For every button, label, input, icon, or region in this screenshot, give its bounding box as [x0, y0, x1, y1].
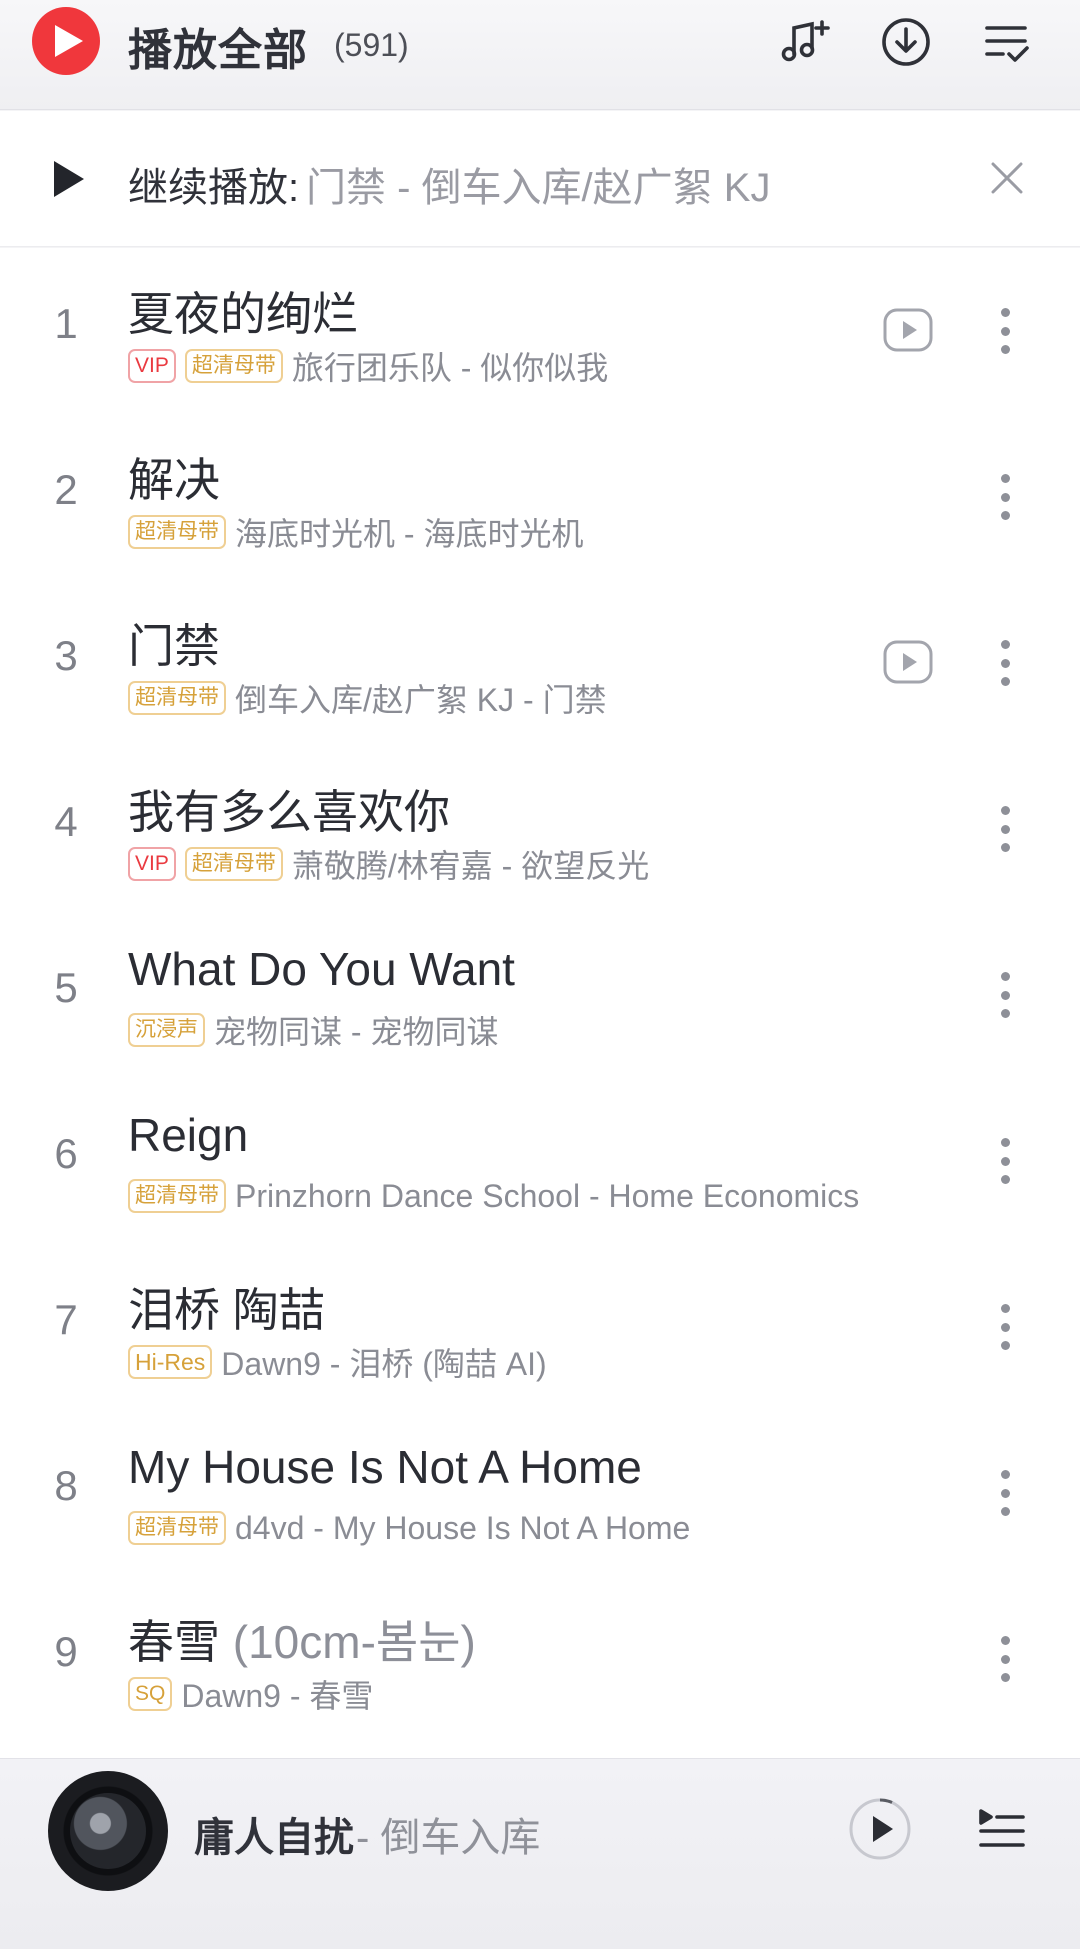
artist-album-text: 倒车入库/赵广絮 KJ - 门禁: [235, 682, 607, 718]
quality-badge: 超清母带: [184, 847, 283, 881]
quality-badge: 沉浸声: [128, 1013, 205, 1047]
quality-badge: 超清母带: [128, 515, 226, 549]
album-cover-image: [70, 1793, 146, 1869]
quality-badge: 超清母带: [128, 1511, 226, 1545]
now-playing-artist: - 倒车入库: [356, 1816, 541, 1860]
song-subtitle: SQ Dawn9 - 春雪: [128, 1676, 373, 1714]
quality-badge: VIP: [128, 847, 176, 881]
song-title-text: 春雪: [128, 1616, 220, 1668]
play-icon[interactable]: [848, 1797, 912, 1861]
song-subtitle: VIP 超清母带 旅行团乐队 - 似你似我: [128, 348, 608, 386]
song-row[interactable]: 3 门禁超清母带 倒车入库/赵广絮 KJ - 门禁: [0, 580, 1080, 746]
album-art[interactable]: [48, 1771, 168, 1891]
song-subtitle: 超清母带 d4vd - My House Is Not A Home: [128, 1510, 690, 1546]
quality-badge: SQ: [128, 1677, 173, 1711]
play-icon: [54, 25, 83, 57]
song-title: What Do You Want: [128, 942, 515, 996]
artist-album-text: Prinzhorn Dance School - Home Economics: [235, 1177, 860, 1214]
song-number: 7: [54, 1296, 78, 1343]
song-number: 6: [54, 1130, 78, 1177]
song-title: 夏夜的绚烂: [128, 278, 358, 344]
resume-playback-bar[interactable]: 继续播放: 门禁 - 倒车入库/赵广絮 KJ: [0, 111, 1080, 247]
song-title: 泪桥 陶喆: [128, 1274, 325, 1340]
song-title-text: 门禁: [128, 620, 220, 672]
artist-album-text: Dawn9 - 泪桥 (陶喆 AI): [221, 1346, 547, 1382]
add-music-icon[interactable]: [776, 14, 832, 70]
song-title: 我有多么喜欢你: [128, 776, 450, 842]
song-title: Reign: [128, 1108, 248, 1162]
song-row[interactable]: 8 My House Is Not A Home 超清母带 d4vd - My Hou…: [0, 1410, 1080, 1576]
song-subtitle: Hi-Res Dawn9 - 泪桥 (陶喆 AI): [128, 1344, 547, 1382]
resume-label: 继续播放:: [128, 166, 300, 210]
more-options-icon[interactable]: [990, 302, 1020, 360]
song-row[interactable]: 6 Reign 超清母带 Prinzhorn Dance School - Home …: [0, 1078, 1080, 1244]
song-row[interactable]: 7 泪桥 陶喆 Hi-Res Dawn9 - 泪桥 (陶喆 AI): [0, 1244, 1080, 1410]
now-playing-title: 庸人自扰: [194, 1816, 354, 1860]
song-subtitle: 超清母带 海底时光机 - 海底时光机: [128, 514, 583, 552]
song-title-text: 泪桥 陶喆: [128, 1284, 325, 1336]
quality-badge: 超清母带: [128, 681, 226, 715]
song-row[interactable]: 1 夏夜的绚烂 VIP 超清母带 旅行团乐队 - 似你似我: [0, 248, 1080, 414]
song-count: (591): [334, 27, 409, 63]
more-options-icon[interactable]: [990, 634, 1020, 692]
song-title-text: 夏夜的绚烂: [128, 288, 358, 340]
more-options-icon[interactable]: [990, 1132, 1020, 1190]
song-number: 9: [54, 1628, 78, 1675]
play-icon[interactable]: [48, 157, 88, 201]
multi-select-icon[interactable]: [979, 14, 1035, 70]
song-title-text: Reign: [128, 1109, 249, 1161]
song-title-text: My House Is Not A Home: [128, 1441, 642, 1493]
song-title: My House Is Not A Home: [128, 1440, 642, 1494]
header-bar: 播放全部 (591): [0, 0, 1080, 110]
more-options-icon[interactable]: [990, 468, 1020, 526]
resume-track: 门禁 - 倒车入库/赵广絮 KJ: [306, 166, 771, 210]
song-title-text: 解决: [128, 454, 220, 506]
song-title-alias: (10cm-봄눈): [220, 1616, 476, 1668]
song-row[interactable]: 5 What Do You Want 沉浸声 宠物同谋 - 宠物同谋: [0, 912, 1080, 1078]
artist-album-text: 旅行团乐队 - 似你似我: [291, 350, 609, 386]
play-all-label[interactable]: 播放全部: [128, 14, 308, 78]
artist-album-text: 海底时光机 - 海底时光机: [235, 516, 584, 552]
song-row[interactable]: 2 解决超清母带 海底时光机 - 海底时光机: [0, 414, 1080, 580]
song-subtitle: 超清母带 Prinzhorn Dance School - Home Econom…: [128, 1178, 859, 1214]
song-number: 8: [54, 1462, 78, 1509]
more-options-icon[interactable]: [990, 800, 1020, 858]
quality-badge: VIP: [128, 349, 176, 383]
song-title: 解决: [128, 444, 220, 510]
more-options-icon[interactable]: [990, 1464, 1020, 1522]
song-title: 门禁: [128, 610, 220, 676]
artist-album-text: 宠物同谋 - 宠物同谋: [214, 1014, 499, 1050]
song-subtitle: 沉浸声 宠物同谋 - 宠物同谋: [128, 1012, 498, 1050]
song-title-text: 我有多么喜欢你: [128, 786, 450, 838]
mv-video-icon[interactable]: [883, 308, 933, 352]
song-subtitle: 超清母带 倒车入库/赵广絮 KJ - 门禁: [128, 680, 607, 718]
song-number: 5: [54, 964, 78, 1011]
song-number: 4: [54, 798, 78, 845]
quality-badge: Hi-Res: [128, 1345, 213, 1379]
more-options-icon[interactable]: [990, 966, 1020, 1024]
artist-album-text: d4vd - My House Is Not A Home: [235, 1509, 691, 1546]
mv-video-icon[interactable]: [883, 640, 933, 684]
song-subtitle: VIP 超清母带 萧敬腾/林宥嘉 - 欲望反光: [128, 846, 649, 884]
artist-album-text: Dawn9 - 春雪: [181, 1678, 374, 1714]
song-title: 春雪 (10cm-봄눈): [128, 1606, 476, 1672]
song-number: 2: [54, 466, 78, 513]
song-number: 1: [54, 300, 78, 347]
mini-player[interactable]: 庸人自扰 - 倒车入库: [0, 1758, 1080, 1949]
song-list: 1 夏夜的绚烂 VIP 超清母带 旅行团乐队 - 似你似我 2 解决 超清母带 海底时光机 - …: [0, 248, 1080, 1758]
artist-album-text: 萧敬腾/林宥嘉 - 欲望反光: [291, 848, 650, 884]
download-icon[interactable]: [878, 14, 934, 70]
more-options-icon[interactable]: [990, 1630, 1020, 1688]
more-options-icon[interactable]: [990, 1298, 1020, 1356]
song-title-text: What Do You Want: [128, 943, 515, 995]
song-row[interactable]: 9 春雪 (10cm-봄눈) SQ Dawn9 - 春雪: [0, 1576, 1080, 1742]
quality-badge: 超清母带: [184, 349, 283, 383]
close-icon[interactable]: [985, 156, 1029, 200]
play-all-button[interactable]: [32, 7, 100, 75]
playlist-queue-icon[interactable]: [973, 1801, 1029, 1857]
quality-badge: 超清母带: [128, 1179, 226, 1213]
song-number: 3: [54, 632, 78, 679]
song-row[interactable]: 4 我有多么喜欢你 VIP 超清母带 萧敬腾/林宥嘉 - 欲望反光: [0, 746, 1080, 912]
